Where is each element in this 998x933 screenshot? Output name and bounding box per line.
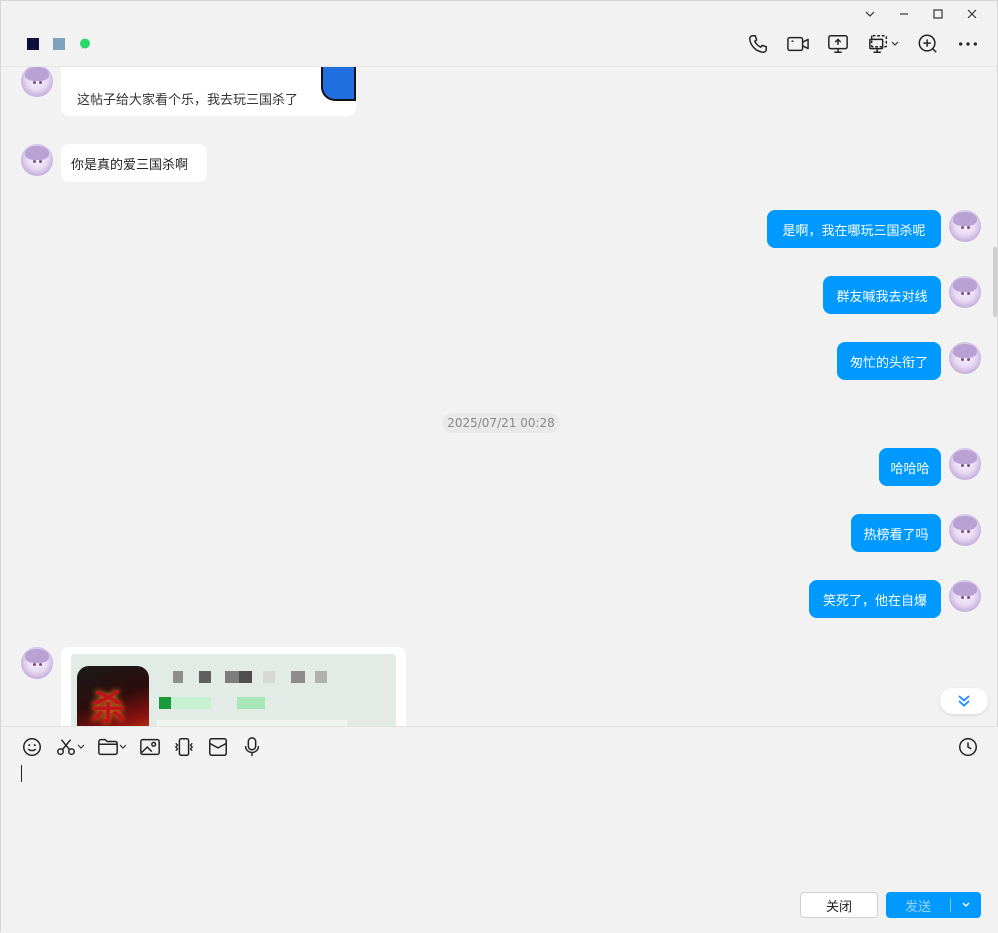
avatar[interactable] xyxy=(949,342,981,374)
message-bubble-outgoing[interactable]: 是啊，我在哪玩三国杀呢 xyxy=(767,210,941,248)
avatar[interactable] xyxy=(949,448,981,480)
screen-share-icon[interactable] xyxy=(825,31,851,57)
pixelated-text xyxy=(171,697,211,709)
message-text: 热榜看了吗 xyxy=(863,527,929,543)
online-status-icon xyxy=(80,38,90,49)
red-packet-icon[interactable] xyxy=(207,736,229,758)
chevron-down-icon[interactable] xyxy=(891,40,899,48)
message-bubble-outgoing[interactable]: 笑死了，他在自爆 xyxy=(809,580,941,618)
avatar[interactable] xyxy=(949,210,981,242)
message-text: 哈哈哈 xyxy=(890,461,930,477)
pixelated-text xyxy=(173,671,183,683)
chat-title[interactable] xyxy=(27,38,91,50)
title-pixel-block xyxy=(27,38,39,50)
app-share-card-body: 杀 xyxy=(71,654,396,726)
input-toolbar xyxy=(21,736,263,758)
message-text: 你是真的爱三国杀啊 xyxy=(71,157,189,173)
double-chevron-down-icon xyxy=(958,695,970,707)
avatar[interactable] xyxy=(21,144,53,176)
send-button[interactable]: 发送 xyxy=(886,892,981,918)
pixelated-text xyxy=(315,671,327,683)
message-bubble-outgoing[interactable]: 群友喊我去对线 xyxy=(823,276,941,314)
close-icon[interactable] xyxy=(955,5,989,23)
message-text: 群友喊我去对线 xyxy=(836,289,928,305)
close-button[interactable]: 关闭 xyxy=(800,892,878,918)
collapse-icon[interactable] xyxy=(853,5,887,23)
pixelated-text xyxy=(237,697,265,709)
game-icon-glyph: 杀 xyxy=(91,688,125,726)
avatar[interactable] xyxy=(949,276,981,308)
chevron-down-icon[interactable] xyxy=(119,743,127,751)
minimize-icon[interactable] xyxy=(887,5,921,23)
add-member-icon[interactable] xyxy=(915,31,941,57)
title-pixel-block xyxy=(53,38,65,50)
folder-icon[interactable] xyxy=(97,736,127,758)
message-bubble-outgoing[interactable]: 热榜看了吗 xyxy=(851,514,941,552)
scrollbar-thumb[interactable] xyxy=(993,247,997,317)
post-share-bubble[interactable]: 这帖子给大家看个乐，我去玩三国杀了 xyxy=(61,67,356,116)
video-icon[interactable] xyxy=(785,31,811,57)
window-controls xyxy=(853,5,989,23)
phone-icon[interactable] xyxy=(745,31,771,57)
maximize-icon[interactable] xyxy=(921,5,955,23)
scissors-icon[interactable] xyxy=(55,736,85,758)
message-input-area: 关闭 发送 xyxy=(1,726,998,933)
pixelated-text xyxy=(263,671,275,683)
text-input-caret[interactable] xyxy=(21,765,22,782)
message-bubble-incoming[interactable]: 你是真的爱三国杀啊 xyxy=(61,144,207,182)
message-text: 笑死了，他在自爆 xyxy=(822,593,927,609)
message-bubble-outgoing[interactable]: 哈哈哈 xyxy=(879,448,941,486)
message-list[interactable]: 这帖子给大家看个乐，我去玩三国杀了 你是真的爱三国杀啊 是啊，我在哪玩三国杀呢 … xyxy=(1,67,998,726)
send-button-label: 发送 xyxy=(904,899,931,915)
chevron-down-icon[interactable] xyxy=(77,743,85,751)
message-timestamp: 2025/07/21 00:28 xyxy=(442,413,560,433)
header-tools xyxy=(745,31,981,57)
history-icon[interactable] xyxy=(957,736,979,762)
message-bubble-outgoing[interactable]: 匆忙的头衔了 xyxy=(837,342,941,380)
post-thumbnail xyxy=(321,67,356,101)
message-text: 匆忙的头衔了 xyxy=(849,355,928,371)
message-text: 是啊，我在哪玩三国杀呢 xyxy=(782,223,926,239)
pixelated-text xyxy=(225,671,239,683)
avatar[interactable] xyxy=(949,514,981,546)
title-bar xyxy=(1,1,997,67)
avatar[interactable] xyxy=(949,580,981,612)
game-app-icon: 杀 xyxy=(77,666,149,726)
jump-to-latest-button[interactable] xyxy=(940,688,988,714)
pixelated-text xyxy=(291,671,305,683)
emoji-icon[interactable] xyxy=(21,736,43,758)
pixelated-text xyxy=(159,697,171,709)
send-options-chevron-icon[interactable] xyxy=(951,900,981,910)
avatar[interactable] xyxy=(21,647,53,679)
pixelated-text xyxy=(239,671,252,683)
pixelated-text xyxy=(199,671,211,683)
image-icon[interactable] xyxy=(139,736,161,758)
chat-window: 这帖子给大家看个乐，我去玩三国杀了 你是真的爱三国杀啊 是啊，我在哪玩三国杀呢 … xyxy=(0,0,998,933)
remote-desktop-icon[interactable] xyxy=(865,31,901,57)
more-icon[interactable] xyxy=(955,31,981,57)
avatar[interactable] xyxy=(21,67,53,97)
post-share-text: 这帖子给大家看个乐，我去玩三国杀了 xyxy=(77,93,299,108)
app-share-card[interactable]: 杀 xyxy=(61,647,406,726)
microphone-icon[interactable] xyxy=(241,736,263,758)
shake-icon[interactable] xyxy=(173,736,195,758)
